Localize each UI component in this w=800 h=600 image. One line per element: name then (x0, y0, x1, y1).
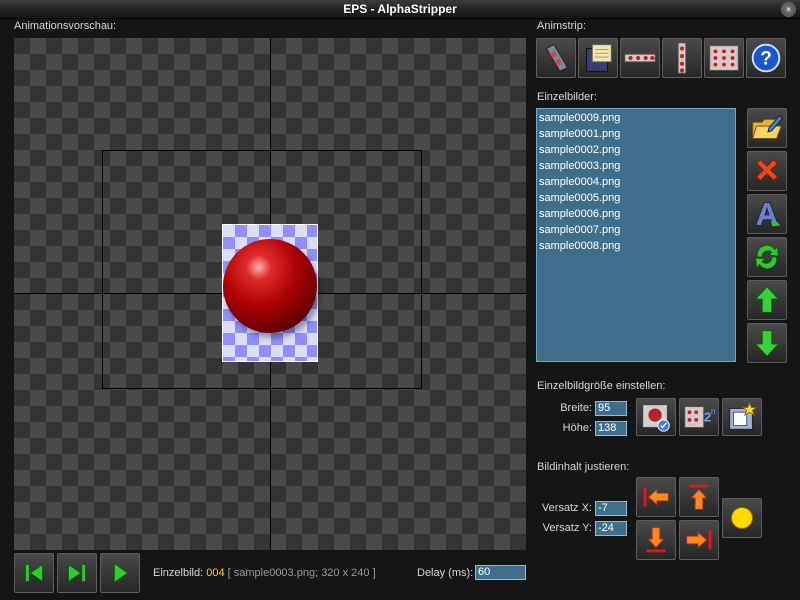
delete-frame-button[interactable] (747, 151, 787, 191)
center-icon (731, 507, 753, 529)
move-down-button[interactable] (747, 323, 787, 363)
align-left-button[interactable] (636, 477, 676, 517)
list-item[interactable]: sample0008.png (537, 238, 735, 254)
auto-size-button[interactable] (636, 398, 676, 436)
animation-preview[interactable] (14, 38, 526, 550)
width-field[interactable]: 95 (595, 401, 627, 416)
frame-status: Einzelbild: 004 [ sample0003.png; 320 x … (153, 567, 376, 579)
grid-strip-icon (709, 45, 739, 71)
skip-to-start-icon (24, 563, 44, 583)
align-top-button[interactable] (679, 477, 719, 517)
list-item[interactable]: sample0005.png (537, 190, 735, 206)
add-frames-button[interactable] (747, 108, 787, 148)
width-label: Breite: (560, 402, 592, 414)
help-button[interactable]: ? (746, 38, 786, 78)
move-down-icon (754, 330, 780, 358)
step-forward-button[interactable] (57, 553, 97, 593)
help-icon: ? (751, 43, 781, 73)
list-item[interactable]: sample0004.png (537, 174, 735, 190)
list-item[interactable]: sample0002.png (537, 142, 735, 158)
delay-field[interactable]: 60 (475, 565, 526, 580)
frame-info: [ sample0003.png; 320 x 240 ] (227, 567, 376, 579)
film-strip-icon (545, 44, 569, 72)
power-of-two-icon: 2 n (684, 406, 716, 428)
svg-text:?: ? (760, 49, 772, 70)
crop-icon (729, 401, 758, 430)
height-field[interactable]: 138 (595, 421, 627, 436)
list-item[interactable]: sample0006.png (537, 206, 735, 222)
save-disk-icon (586, 44, 612, 72)
size-section-label: Einzelbildgröße einstellen: (537, 380, 666, 392)
film-strip-button[interactable] (536, 38, 576, 78)
vertical-strip-icon (677, 42, 687, 74)
adjust-section-label: Bildinhalt justieren: (537, 461, 630, 473)
offset-y-label: Versatz Y: (542, 522, 592, 534)
height-label: Höhe: (562, 422, 592, 434)
delete-icon (755, 158, 779, 182)
auto-size-icon (642, 404, 670, 432)
offset-x-field[interactable]: -7 (595, 501, 627, 516)
align-right-button[interactable] (679, 520, 719, 560)
align-left-icon (643, 487, 669, 507)
refresh-icon (755, 244, 779, 270)
move-up-icon (754, 285, 780, 313)
skip-to-start-button[interactable] (14, 553, 54, 593)
power-of-two-button[interactable]: 2 n (679, 398, 719, 436)
list-item[interactable]: sample0009.png (537, 110, 735, 126)
step-forward-icon (67, 563, 87, 583)
red-ball-image (223, 239, 317, 333)
save-strip-button[interactable] (578, 38, 618, 78)
horizontal-strip-button[interactable] (620, 38, 660, 78)
offset-y-field[interactable]: -24 (595, 521, 627, 536)
horizontal-strip-icon (624, 53, 656, 63)
rename-icon (754, 202, 781, 227)
align-bottom-button[interactable] (636, 520, 676, 560)
align-right-icon (686, 530, 712, 550)
grid-strip-button[interactable] (704, 38, 744, 78)
list-item[interactable]: sample0001.png (537, 126, 735, 142)
svg-text:n: n (711, 406, 716, 416)
offset-x-label: Versatz X: (541, 502, 592, 514)
open-folder-icon (752, 114, 783, 139)
delay-label: Delay (ms): (417, 567, 474, 579)
window-title: EPS - AlphaStripper (343, 2, 457, 16)
align-bottom-icon (646, 527, 666, 553)
move-up-button[interactable] (747, 280, 787, 320)
align-top-icon (689, 484, 709, 510)
frames-label: Einzelbilder: (537, 91, 597, 103)
crop-button[interactable] (722, 398, 762, 436)
frames-list[interactable]: sample0009.png sample0001.png sample0002… (536, 108, 736, 362)
close-button[interactable]: × (781, 2, 796, 17)
center-button[interactable] (722, 498, 762, 538)
animstrip-label: Animstrip: (537, 20, 586, 32)
play-icon (113, 562, 129, 584)
frame-status-label: Einzelbild: (153, 567, 204, 579)
frame-index: 004 (206, 567, 225, 579)
reload-frames-button[interactable] (747, 237, 787, 277)
play-button[interactable] (100, 553, 140, 593)
list-item[interactable]: sample0007.png (537, 222, 735, 238)
preview-label: Animationsvorschau: (14, 20, 117, 32)
sprite-frame[interactable] (222, 224, 318, 362)
rename-frames-button[interactable] (747, 194, 787, 234)
vertical-strip-button[interactable] (662, 38, 702, 78)
title-bar: EPS - AlphaStripper × (0, 0, 800, 19)
list-item[interactable]: sample0003.png (537, 158, 735, 174)
